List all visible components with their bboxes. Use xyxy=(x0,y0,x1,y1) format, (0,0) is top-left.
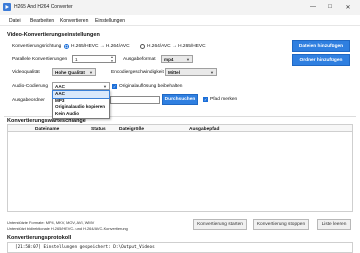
output-folder-input[interactable] xyxy=(110,96,160,104)
chevron-down-icon: ▼ xyxy=(103,84,107,89)
keep-path-checkbox[interactable]: ✓ xyxy=(203,97,208,102)
title-bar: H265 And H264 Converter — ☐ ✕ xyxy=(0,0,360,15)
audio-select[interactable]: AAC ▼ xyxy=(52,82,110,90)
output-folder-label: Ausgabeordner xyxy=(12,98,45,103)
column-filename[interactable]: Dateiname xyxy=(35,127,59,132)
settings-title: Video-Konvertierungseinstellungen xyxy=(7,32,100,38)
column-status[interactable]: Status xyxy=(91,127,106,132)
audio-label: Audio-Codierung xyxy=(12,84,49,89)
chevron-down-icon: ▼ xyxy=(186,57,190,62)
log-title: Konvertierungsprotokoll xyxy=(7,235,72,241)
audio-dropdown-list: AAC MP3 Originalaudio kopieren Kein Audi… xyxy=(52,90,110,119)
browse-button[interactable]: Durchsuchen xyxy=(162,94,198,105)
chevron-down-icon: ▼ xyxy=(89,70,93,75)
output-format-label: Ausgabeformat xyxy=(123,57,156,62)
close-button[interactable]: ✕ xyxy=(341,2,355,12)
dropdown-option-no-audio[interactable]: Kein Audio xyxy=(53,111,109,118)
stepper-arrows-icon[interactable]: ▲ ▼ xyxy=(110,55,114,63)
maximize-button[interactable]: ☐ xyxy=(323,2,337,12)
direction-label: Konvertierungsrichtung xyxy=(12,44,62,49)
menu-item-konvertieren[interactable]: Konvertieren xyxy=(60,18,88,24)
column-filesize[interactable]: Dateigröße xyxy=(119,127,144,132)
menu-item-einstellungen[interactable]: Einstellungen xyxy=(95,18,125,24)
start-conversion-button[interactable]: Konvertierung starten xyxy=(193,219,247,230)
direction-radio-h265-to-h264[interactable] xyxy=(64,44,69,49)
menu-item-datei[interactable]: Datei xyxy=(9,18,21,24)
menu-item-bearbeiten[interactable]: Bearbeiten xyxy=(30,18,54,24)
direction-option-h265-to-h264[interactable]: H.265/HEVC → H.264/AVC xyxy=(71,44,130,49)
encoder-speed-label: Encodiergeschwindigkeit xyxy=(111,70,164,75)
parallel-label: Parallele Konvertierungen xyxy=(12,57,68,62)
supported-formats-note: Unterstützte Formate: MP4, MKV, MOV, AVI… xyxy=(7,220,95,225)
quality-label: Videoqualität xyxy=(12,70,40,75)
dropdown-option-copy-audio[interactable]: Originalaudio kopieren xyxy=(53,104,109,111)
log-panel[interactable]: [21:58:07] Einstellungen gespeichert: D:… xyxy=(7,242,353,253)
menu-bar: Datei Bearbeiten Konvertieren Einstellun… xyxy=(0,15,360,26)
direction-option-h264-to-h265[interactable]: H.264/AVC → H.265/HEVC xyxy=(147,44,206,49)
log-line: [21:58:07] Einstellungen gespeichert: D:… xyxy=(15,245,155,250)
column-output-path[interactable]: Ausgabepfad xyxy=(189,127,219,132)
app-icon xyxy=(3,3,11,11)
clear-list-button[interactable]: Liste leeren xyxy=(317,219,351,230)
keep-resolution-label[interactable]: Originalauflösung beibehalten xyxy=(119,84,182,89)
add-files-button[interactable]: Dateien hinzufügen xyxy=(292,40,350,52)
encoder-speed-select[interactable]: Mittel ▼ xyxy=(165,68,217,76)
queue-table-header: Dateiname Status Dateigröße Ausgabepfad xyxy=(7,124,353,132)
direction-radio-h264-to-h265[interactable] xyxy=(140,44,145,49)
keep-resolution-checkbox[interactable]: ✓ xyxy=(112,84,117,89)
queue-table-body[interactable] xyxy=(7,132,353,212)
minimize-button[interactable]: — xyxy=(306,2,320,12)
output-format-select[interactable]: mp4 ▼ xyxy=(161,55,193,63)
parallel-stepper[interactable]: 1 ▲ ▼ xyxy=(72,55,116,63)
add-folder-button[interactable]: Ordner hinzufügen xyxy=(292,54,350,66)
quality-select[interactable]: Hohe Qualität ▼ xyxy=(52,68,96,76)
chevron-down-icon: ▼ xyxy=(210,70,214,75)
window-title: H265 And H264 Converter xyxy=(14,4,73,10)
keep-path-label[interactable]: Pfad merken xyxy=(210,97,237,102)
bidirectional-note: Unterstützt bidirektionale H.265/HEVC- u… xyxy=(7,226,128,231)
stop-conversion-button[interactable]: Konvertierung stoppen xyxy=(253,219,309,230)
